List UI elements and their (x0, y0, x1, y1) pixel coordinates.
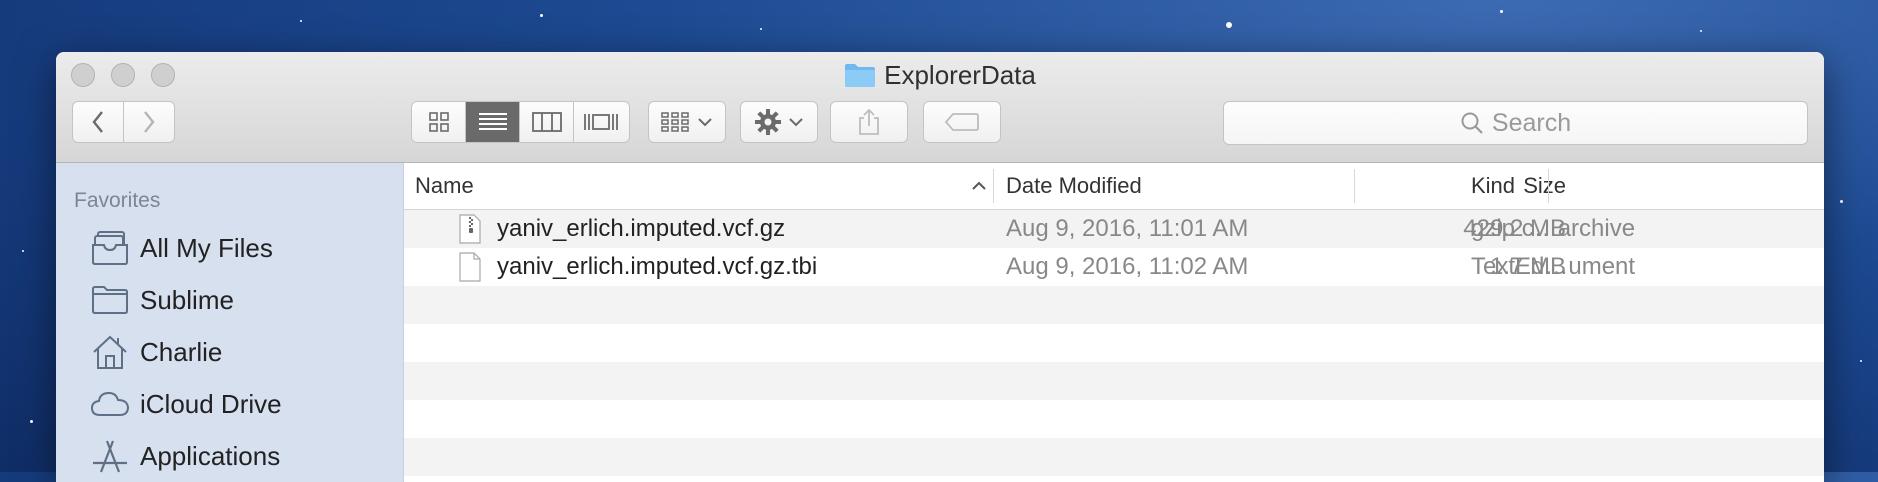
file-list: Name Date Modified Size Kind yaniv_erlic… (404, 163, 1824, 482)
empty-row (404, 400, 1824, 438)
sidebar-item-label: iCloud Drive (140, 388, 282, 419)
empty-row (404, 286, 1824, 324)
column-header-size[interactable]: Size (1523, 163, 1566, 209)
icon-view-icon (428, 112, 449, 132)
sidebar-item-label: Applications (140, 440, 281, 471)
column-header-date-modified[interactable]: Date Modified (1006, 163, 1142, 209)
tag-icon (945, 113, 979, 131)
column-header-kind[interactable]: Kind (1471, 163, 1515, 209)
gear-icon (755, 109, 781, 135)
sidebar-item-charlie[interactable]: Charlie (90, 332, 222, 372)
tags-button[interactable] (923, 101, 1001, 143)
forward-button[interactable] (123, 101, 175, 143)
star-decoration (22, 250, 24, 252)
star-decoration (1700, 30, 1702, 32)
star-decoration (1500, 10, 1503, 13)
share-icon (859, 108, 879, 135)
folder-icon (92, 286, 128, 314)
title-bar: ExplorerData Search (56, 52, 1824, 163)
file-kind: TextEd…ument (1471, 253, 1636, 280)
empty-row (404, 438, 1824, 476)
star-decoration (1840, 200, 1843, 203)
column-separator[interactable] (1548, 169, 1549, 203)
back-button[interactable] (72, 101, 124, 143)
star-decoration (1860, 360, 1862, 362)
column-header-kind-label: Kind (1471, 173, 1516, 198)
finder-window: ExplorerData Search Favorites All My Fil… (56, 52, 1824, 482)
list-header: Name Date Modified Size Kind (404, 163, 1824, 210)
column-header-name[interactable]: Name (415, 163, 995, 209)
empty-row (404, 362, 1824, 400)
column-separator[interactable] (993, 169, 994, 203)
cover-flow-button[interactable] (574, 102, 628, 142)
share-button[interactable] (830, 101, 908, 143)
sidebar-item-label: Charlie (140, 336, 223, 367)
arrange-icon (661, 112, 689, 132)
list-view-button[interactable] (466, 102, 520, 142)
chevron-down-icon (789, 118, 803, 127)
sidebar-item-label: Sublime (140, 284, 234, 315)
table-row[interactable]: yaniv_erlich.imputed.vcf.gz Aug 9, 2016,… (404, 210, 1824, 248)
folder-icon (845, 64, 876, 87)
icon-view-button[interactable] (412, 102, 466, 142)
sidebar-item-sublime[interactable]: Sublime (90, 280, 234, 320)
sidebar-item-all-my-files[interactable]: All My Files (90, 228, 273, 268)
chevron-right-icon (144, 111, 155, 133)
cover-flow-icon (584, 114, 618, 130)
sidebar-item-applications[interactable]: Applications (90, 436, 280, 476)
column-view-icon (531, 112, 562, 132)
zip-file-icon (459, 214, 481, 244)
column-separator[interactable] (1354, 169, 1355, 203)
home-icon (93, 335, 127, 369)
file-name: yaniv_erlich.imputed.vcf.gz.tbi (497, 253, 818, 280)
document-icon (459, 252, 481, 282)
table-row[interactable]: yaniv_erlich.imputed.vcf.gz.tbi Aug 9, 2… (404, 248, 1824, 286)
search-icon (1461, 112, 1483, 134)
star-decoration (30, 420, 33, 423)
file-kind: gzip c…archive (1471, 215, 1636, 242)
star-decoration (760, 28, 762, 30)
column-header-size-label: Size (1523, 173, 1566, 198)
window-title: ExplorerData (56, 60, 1824, 91)
cloud-icon (91, 391, 129, 416)
window-title-text: ExplorerData (884, 60, 1036, 90)
sort-ascending-icon (972, 181, 986, 190)
all-files-icon (92, 231, 128, 265)
star-decoration (540, 14, 543, 17)
chevron-down-icon (698, 118, 712, 127)
column-header-date-label: Date Modified (1006, 173, 1142, 198)
file-date-modified: Aug 9, 2016, 11:01 AM (1006, 215, 1249, 242)
sidebar-item-icloud-drive[interactable]: iCloud Drive (90, 384, 282, 424)
column-view-button[interactable] (520, 102, 574, 142)
list-view-icon (478, 113, 507, 130)
chevron-left-icon (92, 111, 103, 133)
applications-icon (93, 440, 127, 473)
search-placeholder: Search (1491, 108, 1572, 137)
empty-row (404, 324, 1824, 362)
sidebar: Favorites All My Files Sublime Charlie i… (56, 163, 404, 482)
arrange-button[interactable] (648, 101, 726, 143)
star-decoration (300, 20, 302, 22)
file-date-modified: Aug 9, 2016, 11:02 AM (1006, 253, 1249, 280)
column-header-name-label: Name (415, 173, 474, 198)
sidebar-item-label: All My Files (140, 232, 273, 263)
sidebar-heading-favorites: Favorites (74, 189, 161, 212)
view-mode-control (411, 101, 630, 143)
file-name: yaniv_erlich.imputed.vcf.gz (497, 215, 786, 242)
star-decoration (1226, 22, 1232, 28)
search-field[interactable]: Search (1223, 101, 1808, 145)
action-button[interactable] (740, 101, 818, 143)
